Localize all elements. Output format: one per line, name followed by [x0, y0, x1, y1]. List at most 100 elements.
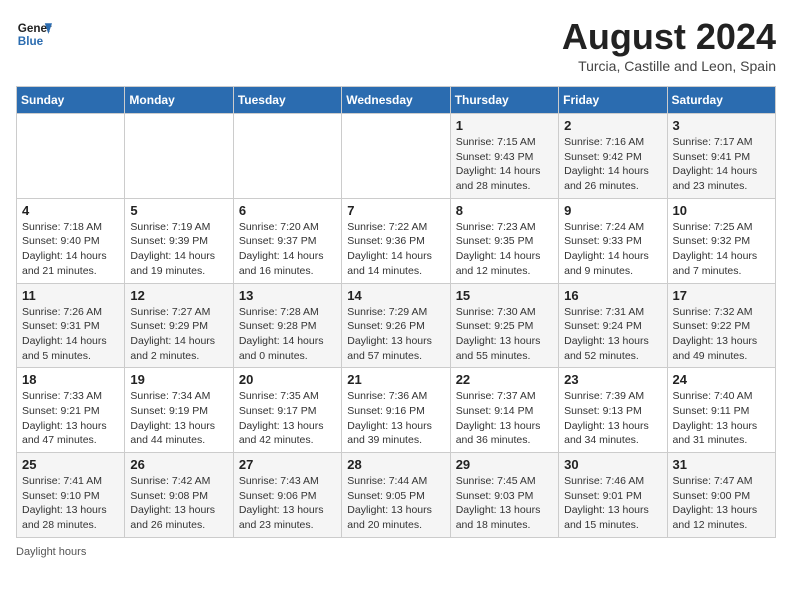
calendar-week: 11 Sunrise: 7:26 AMSunset: 9:31 PMDayligh… [17, 283, 776, 368]
calendar-cell: 11 Sunrise: 7:26 AMSunset: 9:31 PMDayligh… [17, 283, 125, 368]
day-info: Sunrise: 7:41 AMSunset: 9:10 PMDaylight:… [22, 474, 119, 533]
day-number: 9 [564, 203, 661, 218]
day-number: 26 [130, 457, 227, 472]
day-info: Sunrise: 7:35 AMSunset: 9:17 PMDaylight:… [239, 389, 336, 448]
day-info: Sunrise: 7:44 AMSunset: 9:05 PMDaylight:… [347, 474, 444, 533]
day-info: Sunrise: 7:39 AMSunset: 9:13 PMDaylight:… [564, 389, 661, 448]
calendar-cell: 9Sunrise: 7:24 AMSunset: 9:33 PMDaylight… [559, 198, 667, 283]
calendar-cell [233, 114, 341, 199]
calendar-cell: 26 Sunrise: 7:42 AMSunset: 9:08 PMDayligh… [125, 453, 233, 538]
day-number: 8 [456, 203, 553, 218]
day-header: Friday [559, 87, 667, 114]
svg-text:Blue: Blue [18, 35, 44, 48]
day-number: 20 [239, 372, 336, 387]
day-info: Sunrise: 7:47 AMSunset: 9:00 PMDaylight:… [673, 474, 770, 533]
day-number: 19 [130, 372, 227, 387]
day-number: 6 [239, 203, 336, 218]
subtitle: Turcia, Castille and Leon, Spain [562, 58, 776, 74]
title-area: August 2024 Turcia, Castille and Leon, S… [562, 16, 776, 74]
calendar-cell: 17 Sunrise: 7:32 AMSunset: 9:22 PMDayligh… [667, 283, 775, 368]
calendar-cell: 28 Sunrise: 7:44 AMSunset: 9:05 PMDayligh… [342, 453, 450, 538]
day-number: 27 [239, 457, 336, 472]
calendar-cell [17, 114, 125, 199]
day-info: Sunrise: 7:27 AMSunset: 9:29 PMDaylight:… [130, 305, 227, 364]
calendar-cell: 2 Sunrise: 7:16 AMSunset: 9:42 PMDaylight… [559, 114, 667, 199]
day-number: 30 [564, 457, 661, 472]
day-number: 18 [22, 372, 119, 387]
daylight-label: Daylight hours [16, 546, 86, 558]
calendar-cell: 25Sunrise: 7:41 AMSunset: 9:10 PMDayligh… [17, 453, 125, 538]
calendar-cell: 20 Sunrise: 7:35 AMSunset: 9:17 PMDayligh… [233, 368, 341, 453]
calendar-cell: 21Sunrise: 7:36 AMSunset: 9:16 PMDayligh… [342, 368, 450, 453]
calendar-cell: 4Sunrise: 7:18 AMSunset: 9:40 PMDaylight… [17, 198, 125, 283]
calendar-cell: 27 Sunrise: 7:43 AMSunset: 9:06 PMDayligh… [233, 453, 341, 538]
day-number: 12 [130, 288, 227, 303]
day-info: Sunrise: 7:29 AMSunset: 9:26 PMDaylight:… [347, 305, 444, 364]
day-info: Sunrise: 7:43 AMSunset: 9:06 PMDaylight:… [239, 474, 336, 533]
calendar-cell: 29 Sunrise: 7:45 AMSunset: 9:03 PMDayligh… [450, 453, 558, 538]
day-number: 28 [347, 457, 444, 472]
calendar-cell: 22Sunrise: 7:37 AMSunset: 9:14 PMDayligh… [450, 368, 558, 453]
calendar-week: 18 Sunrise: 7:33 AMSunset: 9:21 PMDayligh… [17, 368, 776, 453]
calendar-week: 1 Sunrise: 7:15 AMSunset: 9:43 PMDaylight… [17, 114, 776, 199]
calendar-cell: 13Sunrise: 7:28 AMSunset: 9:28 PMDayligh… [233, 283, 341, 368]
day-info: Sunrise: 7:30 AMSunset: 9:25 PMDaylight:… [456, 305, 553, 364]
day-number: 1 [456, 118, 553, 133]
calendar-cell: 24 Sunrise: 7:40 AMSunset: 9:11 PMDayligh… [667, 368, 775, 453]
day-info: Sunrise: 7:20 AMSunset: 9:37 PMDaylight:… [239, 220, 336, 279]
calendar-cell: 8 Sunrise: 7:23 AMSunset: 9:35 PMDaylight… [450, 198, 558, 283]
day-info: Sunrise: 7:45 AMSunset: 9:03 PMDaylight:… [456, 474, 553, 533]
footer: Daylight hours [16, 546, 776, 558]
day-number: 7 [347, 203, 444, 218]
day-number: 11 [22, 288, 119, 303]
calendar-cell [125, 114, 233, 199]
calendar-cell: 31 Sunrise: 7:47 AMSunset: 9:00 PMDayligh… [667, 453, 775, 538]
day-info: Sunrise: 7:15 AMSunset: 9:43 PMDaylight:… [456, 135, 553, 194]
day-info: Sunrise: 7:42 AMSunset: 9:08 PMDaylight:… [130, 474, 227, 533]
calendar-cell: 30 Sunrise: 7:46 AMSunset: 9:01 PMDayligh… [559, 453, 667, 538]
day-info: Sunrise: 7:18 AMSunset: 9:40 PMDaylight:… [22, 220, 119, 279]
day-header: Saturday [667, 87, 775, 114]
calendar-cell: 19 Sunrise: 7:34 AMSunset: 9:19 PMDayligh… [125, 368, 233, 453]
header-row: SundayMondayTuesdayWednesdayThursdayFrid… [17, 87, 776, 114]
calendar-cell: 5Sunrise: 7:19 AMSunset: 9:39 PMDaylight… [125, 198, 233, 283]
day-info: Sunrise: 7:16 AMSunset: 9:42 PMDaylight:… [564, 135, 661, 194]
day-header: Tuesday [233, 87, 341, 114]
day-number: 31 [673, 457, 770, 472]
day-info: Sunrise: 7:23 AMSunset: 9:35 PMDaylight:… [456, 220, 553, 279]
calendar-cell: 18 Sunrise: 7:33 AMSunset: 9:21 PMDayligh… [17, 368, 125, 453]
day-info: Sunrise: 7:17 AMSunset: 9:41 PMDaylight:… [673, 135, 770, 194]
calendar-week: 4Sunrise: 7:18 AMSunset: 9:40 PMDaylight… [17, 198, 776, 283]
day-number: 2 [564, 118, 661, 133]
calendar-cell [342, 114, 450, 199]
day-info: Sunrise: 7:25 AMSunset: 9:32 PMDaylight:… [673, 220, 770, 279]
calendar-cell: 1 Sunrise: 7:15 AMSunset: 9:43 PMDaylight… [450, 114, 558, 199]
logo-icon: General Blue [16, 16, 52, 52]
calendar-table: SundayMondayTuesdayWednesdayThursdayFrid… [16, 86, 776, 538]
calendar-cell: 14 Sunrise: 7:29 AMSunset: 9:26 PMDayligh… [342, 283, 450, 368]
day-header: Sunday [17, 87, 125, 114]
day-info: Sunrise: 7:37 AMSunset: 9:14 PMDaylight:… [456, 389, 553, 448]
calendar-cell: 12 Sunrise: 7:27 AMSunset: 9:29 PMDayligh… [125, 283, 233, 368]
day-info: Sunrise: 7:40 AMSunset: 9:11 PMDaylight:… [673, 389, 770, 448]
day-info: Sunrise: 7:36 AMSunset: 9:16 PMDaylight:… [347, 389, 444, 448]
calendar-cell: 10 Sunrise: 7:25 AMSunset: 9:32 PMDayligh… [667, 198, 775, 283]
calendar-cell: 6 Sunrise: 7:20 AMSunset: 9:37 PMDaylight… [233, 198, 341, 283]
calendar-cell: 15Sunrise: 7:30 AMSunset: 9:25 PMDayligh… [450, 283, 558, 368]
calendar-week: 25Sunrise: 7:41 AMSunset: 9:10 PMDayligh… [17, 453, 776, 538]
day-info: Sunrise: 7:34 AMSunset: 9:19 PMDaylight:… [130, 389, 227, 448]
day-info: Sunrise: 7:19 AMSunset: 9:39 PMDaylight:… [130, 220, 227, 279]
day-number: 13 [239, 288, 336, 303]
day-number: 16 [564, 288, 661, 303]
day-number: 17 [673, 288, 770, 303]
day-info: Sunrise: 7:26 AMSunset: 9:31 PMDaylight:… [22, 305, 119, 364]
day-info: Sunrise: 7:33 AMSunset: 9:21 PMDaylight:… [22, 389, 119, 448]
day-number: 14 [347, 288, 444, 303]
day-info: Sunrise: 7:46 AMSunset: 9:01 PMDaylight:… [564, 474, 661, 533]
day-header: Wednesday [342, 87, 450, 114]
day-header: Thursday [450, 87, 558, 114]
day-number: 29 [456, 457, 553, 472]
day-info: Sunrise: 7:32 AMSunset: 9:22 PMDaylight:… [673, 305, 770, 364]
day-number: 24 [673, 372, 770, 387]
day-number: 10 [673, 203, 770, 218]
